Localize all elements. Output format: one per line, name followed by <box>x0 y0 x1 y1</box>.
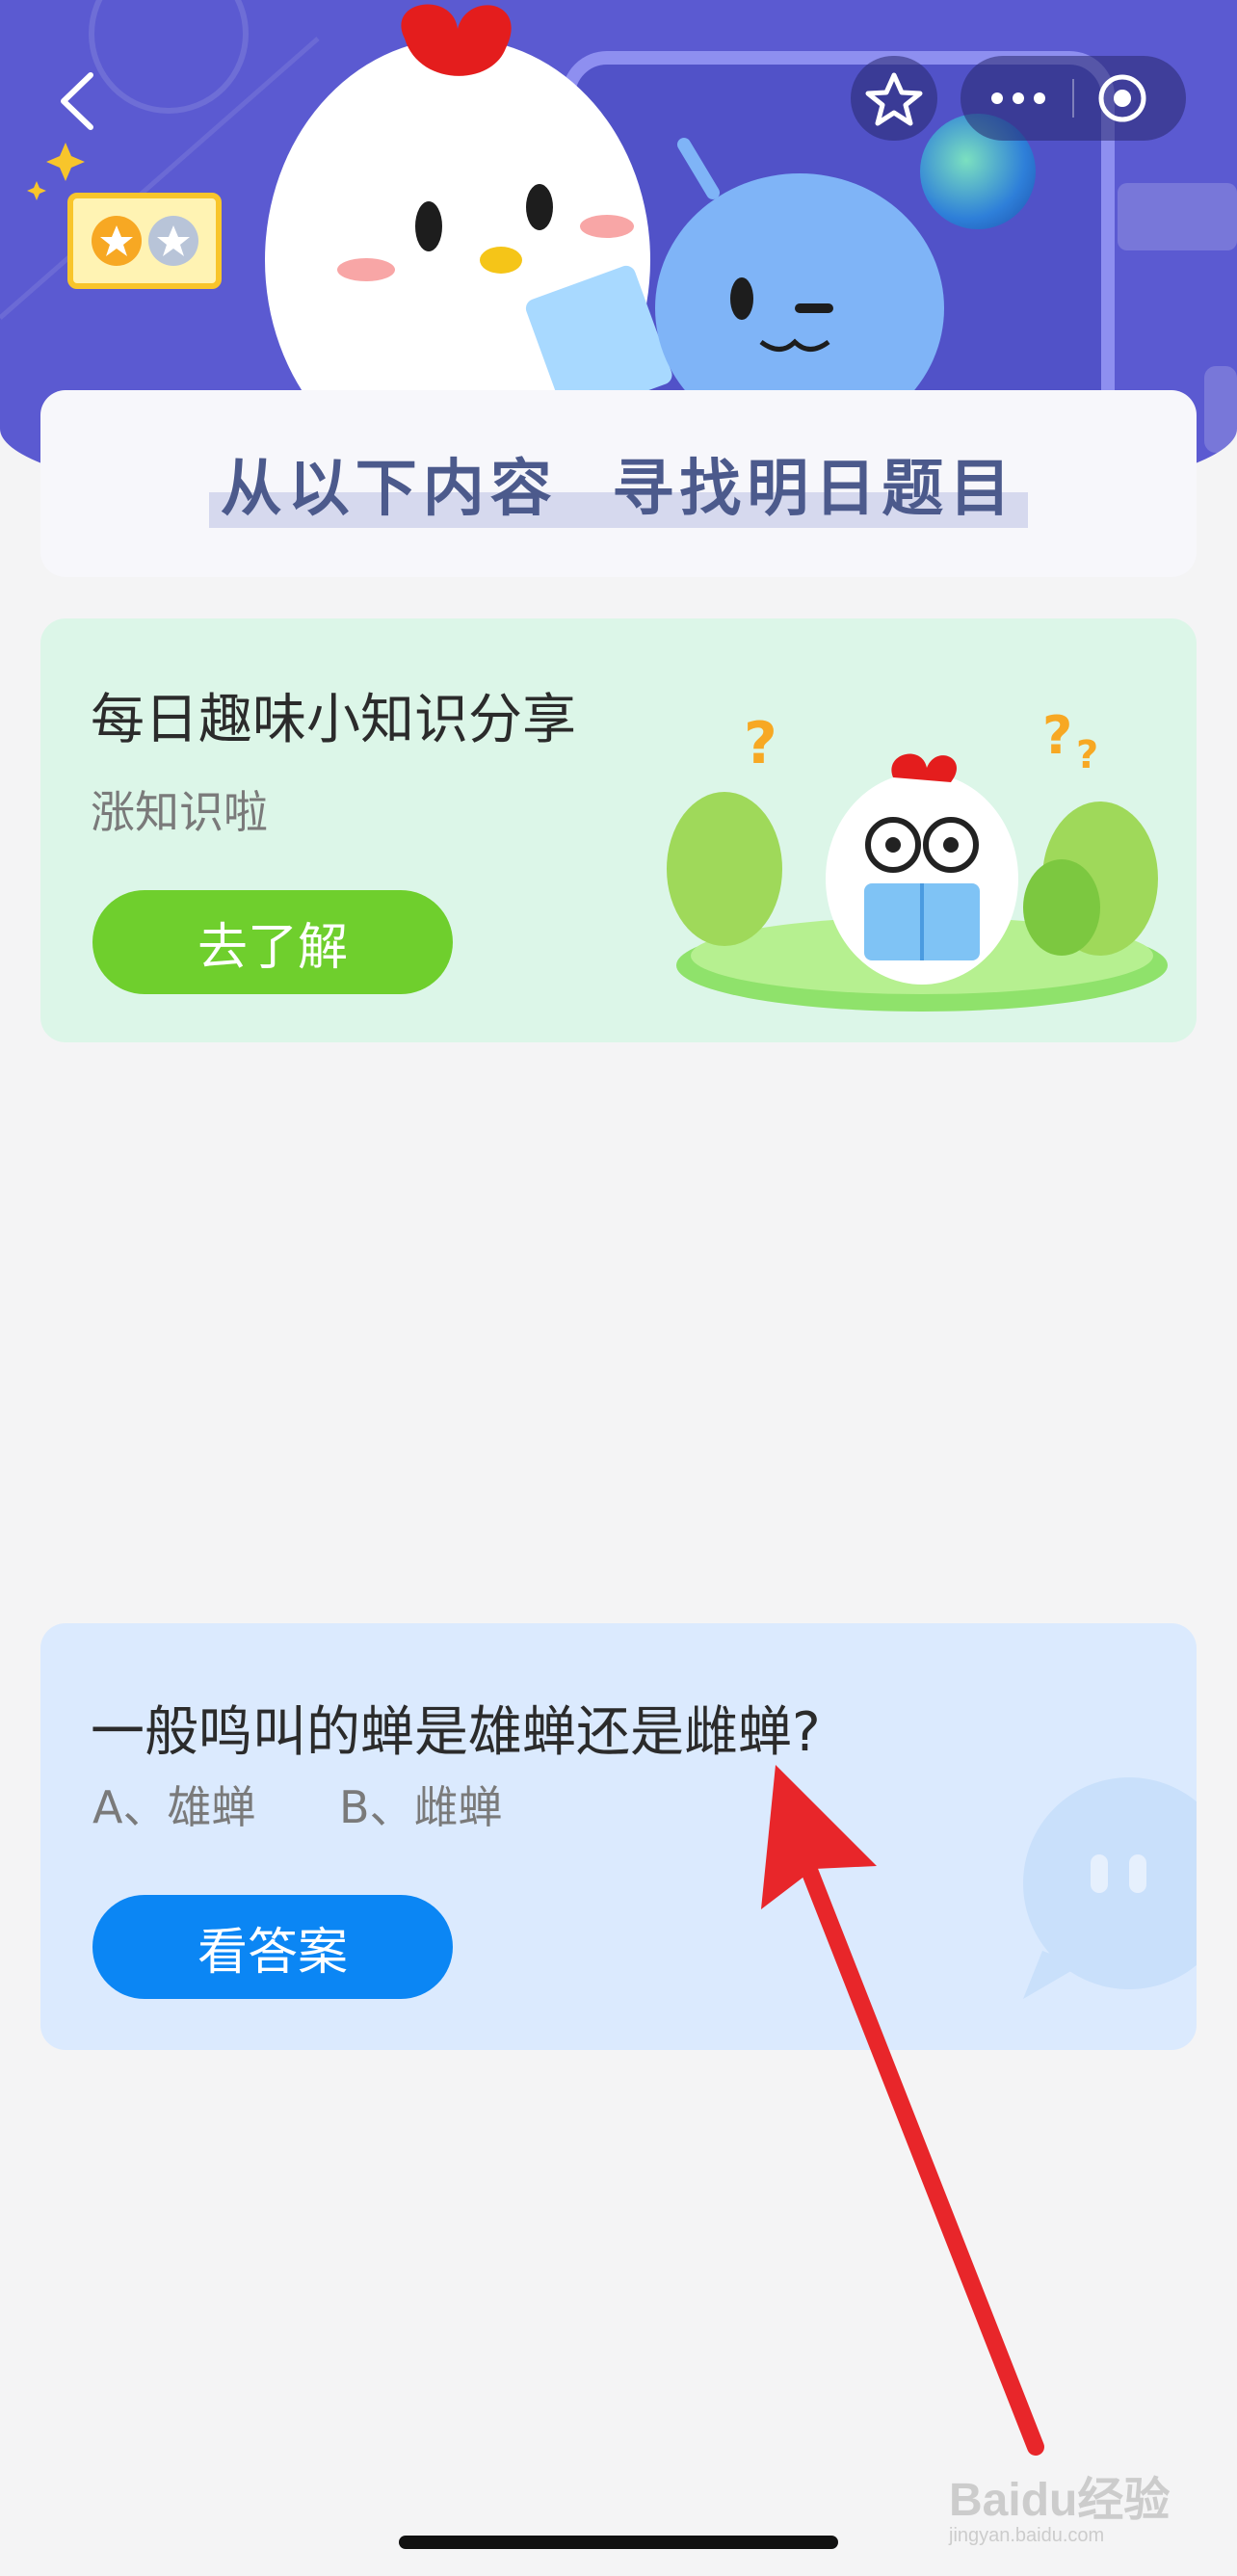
back-button[interactable] <box>54 67 102 135</box>
option-a: A、雄蝉 <box>92 1781 256 1833</box>
question-text: 一般鸣叫的蝉是雄蝉还是雌蝉? <box>91 1701 821 1764</box>
watermark-url: jingyan.baidu.com <box>949 2525 1105 2546</box>
svg-text:?: ? <box>1042 705 1072 766</box>
favorite-button[interactable] <box>851 56 937 141</box>
medal-icon <box>92 216 198 266</box>
view-answer-button[interactable]: 看答案 <box>92 1895 453 1999</box>
reading-chick-illustration: ? ? ? <box>667 705 1168 1012</box>
banner: 从以下内容 寻找明日题目 <box>40 390 1197 577</box>
more-dots-icon <box>991 92 1045 104</box>
medal-badge <box>67 193 222 289</box>
svg-text:?: ? <box>744 710 777 777</box>
sparkle-icon <box>27 143 85 200</box>
home-indicator[interactable] <box>399 2536 838 2549</box>
svg-text:?: ? <box>1076 733 1098 777</box>
close-button[interactable] <box>1074 56 1186 141</box>
more-button[interactable] <box>961 56 1072 141</box>
mascot-chick-and-alien <box>265 4 944 405</box>
option-b: B、雌蝉 <box>339 1781 503 1833</box>
chevron-left-icon <box>61 72 93 130</box>
knowledge-card-subtitle: 涨知识啦 <box>91 786 268 838</box>
target-circle-icon <box>1098 74 1146 122</box>
star-icon <box>865 72 923 126</box>
knowledge-card: 每日趣味小知识分享 涨知识啦 去了解 ? ? ? <box>40 618 1197 1042</box>
learn-more-button[interactable]: 去了解 <box>92 890 453 994</box>
knowledge-card-title: 每日趣味小知识分享 <box>91 689 576 751</box>
banner-title: 从以下内容 寻找明日题目 <box>208 439 1029 528</box>
baidu-watermark: Baidu经验 jingyan.baidu.com <box>949 2461 1170 2547</box>
chat-bubble-icon <box>1023 1777 1197 1999</box>
watermark-brand: Baidu经验 <box>949 2475 1171 2526</box>
mini-program-capsule <box>961 56 1186 141</box>
question-card: 一般鸣叫的蝉是雄蝉还是雌蝉? A、雄蝉 B、雌蝉 看答案 <box>40 1623 1197 2050</box>
